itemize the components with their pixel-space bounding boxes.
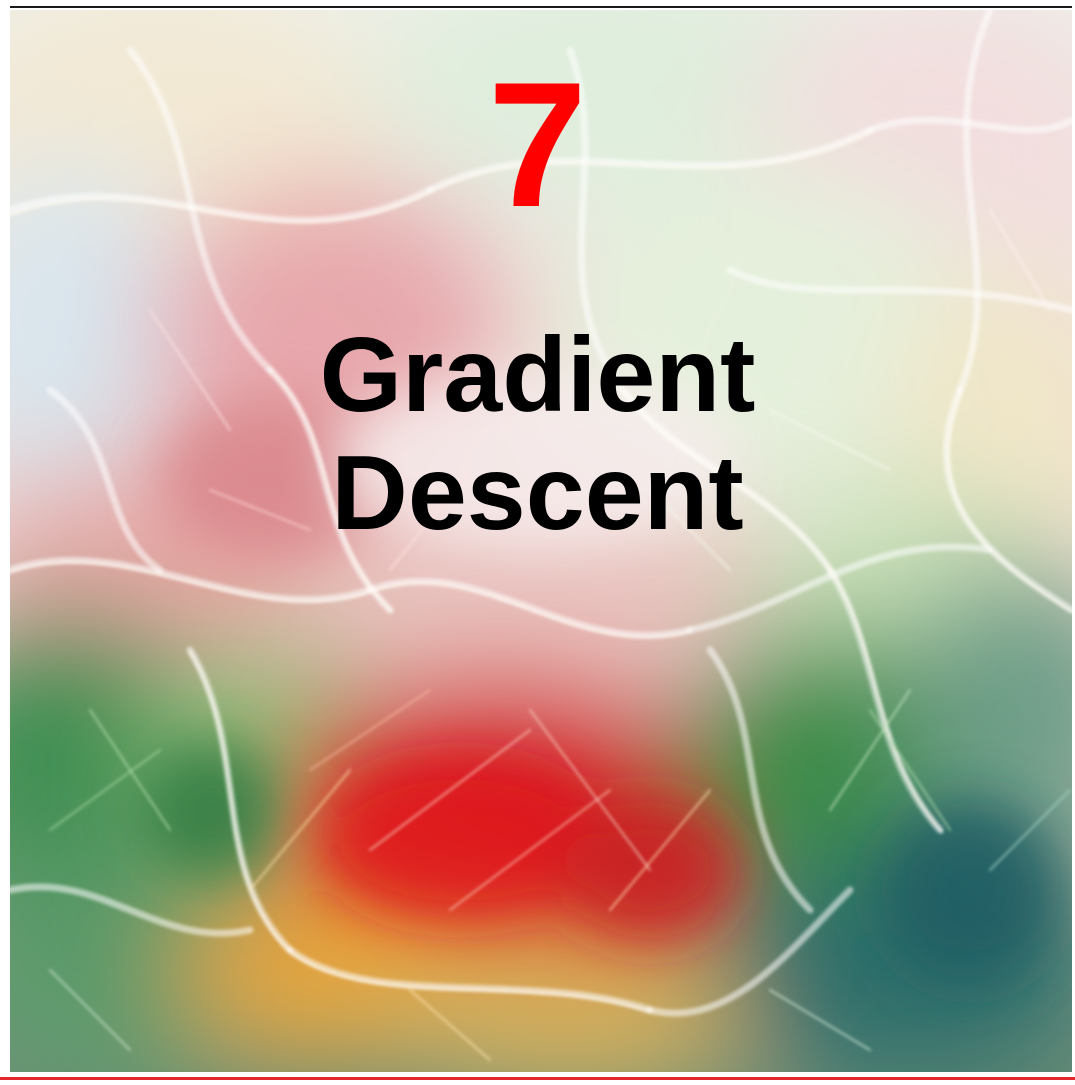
chapter-title-line-2: Descent bbox=[331, 434, 744, 552]
chapter-number: 7 bbox=[488, 45, 587, 244]
chapter-title: Gradient Descent bbox=[0, 316, 1075, 552]
bottom-rule bbox=[0, 1077, 1075, 1080]
top-rule bbox=[10, 6, 1072, 8]
chapter-title-line-1: Gradient bbox=[319, 316, 756, 434]
